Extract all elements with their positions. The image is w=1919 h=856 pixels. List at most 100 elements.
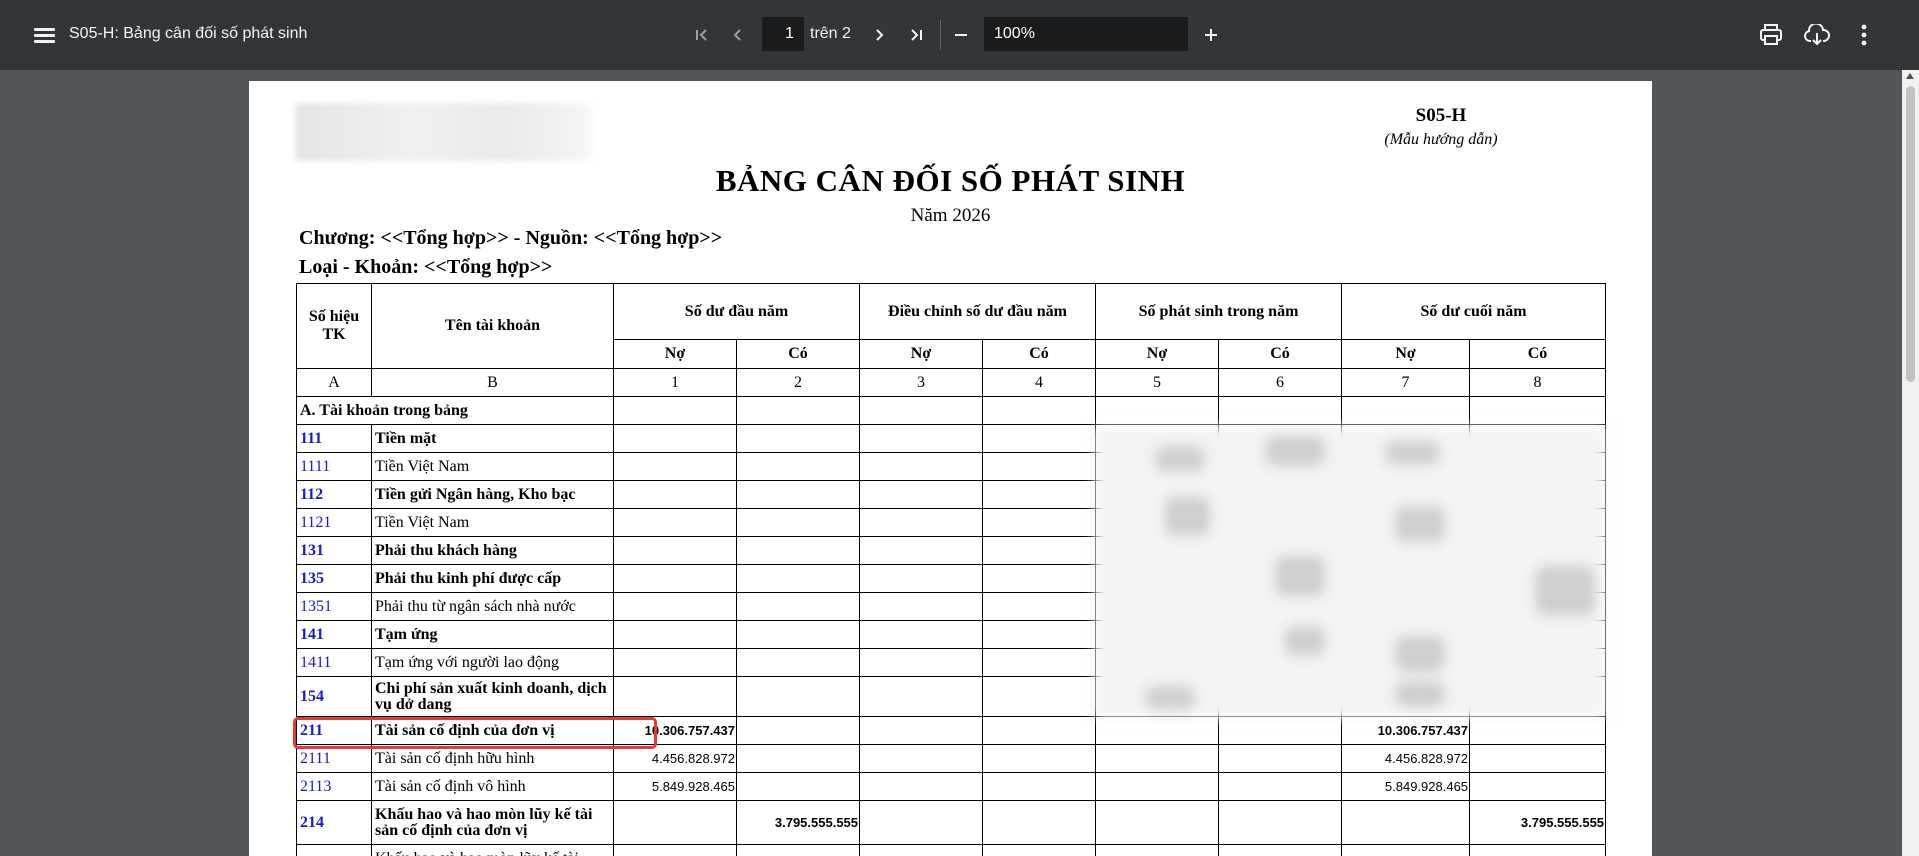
account-name: Tiền mặt [371,424,614,453]
print-icon[interactable] [1755,19,1787,51]
amount-cell [982,772,1097,801]
col-group-closing: Số dư cuối năm [1341,283,1607,340]
amount-cell [613,844,737,856]
table-row: 2113 Tài sản cố định vô hình 5.849.928.465… [296,772,1607,801]
amount-cell [1341,844,1471,856]
amount-cell [735,564,861,593]
amount-cell [982,676,1097,717]
chapter-source-line: Chương: <<Tổng hợp>> - Nguồn: <<Tổng hợp… [299,227,723,249]
amount-cell [1095,844,1220,856]
amount-cell [735,592,861,621]
amount-cell [859,800,984,845]
account-name: Khấu hao và hao mòn lũy kế tài [371,844,614,856]
amount-cell [859,620,984,649]
next-page-icon[interactable] [863,19,895,51]
vertical-scrollbar[interactable] [1902,70,1919,856]
col-index: 1 [613,368,737,397]
col-group-opening: Số dư đầu năm [612,283,861,340]
type-item-line: Loại - Khoản: <<Tổng hợp>> [299,256,553,278]
amount-cell [1469,744,1607,773]
account-code[interactable] [296,844,372,856]
account-name: Phải thu kinh phí được cấp [371,564,614,593]
blurred-logo [295,103,591,161]
col-credit: Có [1469,339,1607,369]
amount-cell: 5.849.928.465 [613,772,737,801]
amount-cell [1469,716,1607,745]
amount-cell [982,620,1097,649]
last-page-icon[interactable] [900,19,932,51]
pdf-page: S05-H (Mẫu hướng dẫn) BẢNG CÂN ĐỐI SỐ PH… [249,81,1652,856]
menu-icon[interactable] [28,21,60,49]
prev-page-icon[interactable] [722,19,754,51]
account-code[interactable]: 1111 [296,452,372,481]
zoom-in-icon[interactable] [1195,19,1227,51]
account-name: Khấu hao và hao mòn lũy kế tài sản cố đị… [371,800,614,845]
account-code[interactable]: 214 [296,800,372,845]
col-credit: Có [982,339,1097,369]
amount-cell [982,744,1097,773]
account-code[interactable]: 131 [296,536,372,565]
amount-cell [1218,716,1343,745]
page-number-input[interactable] [762,17,804,51]
col-index: 5 [1095,368,1220,397]
col-header-code: Số hiệu TK [296,283,372,369]
zoom-out-icon[interactable] [945,19,977,51]
account-name: Tạm ứng [371,620,614,649]
amount-cell [1218,772,1343,801]
amount-cell [613,536,737,565]
account-name: Tiền Việt Nam [371,452,614,481]
amount-cell: 10.306.757.437 [1341,716,1471,745]
account-code[interactable]: 135 [296,564,372,593]
amount-cell [613,452,737,481]
toolbar-divider [940,20,941,50]
col-index: A [296,368,372,397]
download-icon[interactable] [1801,19,1833,51]
amount-cell [1095,716,1220,745]
document-title: S05-H: Bảng cân đối số phát sinh [69,25,308,42]
amount-cell [859,648,984,677]
amount-cell [735,508,861,537]
account-name: Tiền gửi Ngân hàng, Kho bạc [371,480,614,509]
section-a-label: A. Tài khoản trong bảng [296,396,614,425]
amount-cell [735,620,861,649]
account-name: Tạm ứng với người lao động [371,648,614,677]
form-code: S05-H [1415,105,1467,126]
amount-cell [982,452,1097,481]
scroll-up-icon[interactable] [1906,73,1914,79]
amount-cell [982,844,1097,856]
amount-cell: 4.456.828.972 [1341,744,1471,773]
table-row: 214 Khấu hao và hao mòn lũy kế tài sản cố… [296,800,1607,845]
scroll-thumb[interactable] [1906,86,1915,382]
zoom-input[interactable] [984,17,1188,51]
amount-cell [1218,800,1343,845]
amount-cell [613,676,737,717]
amount-cell [982,800,1097,845]
amount-cell [613,800,737,845]
amount-cell [613,480,737,509]
account-code[interactable]: 111 [296,424,372,453]
amount-cell [1095,800,1220,845]
account-code[interactable]: 112 [296,480,372,509]
account-code[interactable]: 1411 [296,648,372,677]
account-code[interactable]: 154 [296,676,372,717]
form-code-note: (Mẫu hướng dẫn) [1384,131,1498,148]
more-vert-icon[interactable] [1848,19,1880,51]
amount-cell [982,424,1097,453]
report-title: BẢNG CÂN ĐỐI SỐ PHÁT SINH [715,163,1186,198]
amount-cell [735,716,861,745]
table-row: Khấu hao và hao mòn lũy kế tài [296,844,1607,856]
amount-cell [1469,772,1607,801]
col-index: 7 [1341,368,1471,397]
account-code[interactable]: 1351 [296,592,372,621]
col-index: 6 [1218,368,1343,397]
account-code[interactable]: 1121 [296,508,372,537]
first-page-icon[interactable] [686,19,718,51]
amount-cell [613,620,737,649]
col-group-movement: Số phát sinh trong năm [1095,283,1343,340]
account-code[interactable]: 141 [296,620,372,649]
amount-cell [859,592,984,621]
col-index: 3 [859,368,984,397]
amount-cell [982,716,1097,745]
account-code[interactable]: 2113 [296,772,372,801]
amount-cell [613,592,737,621]
